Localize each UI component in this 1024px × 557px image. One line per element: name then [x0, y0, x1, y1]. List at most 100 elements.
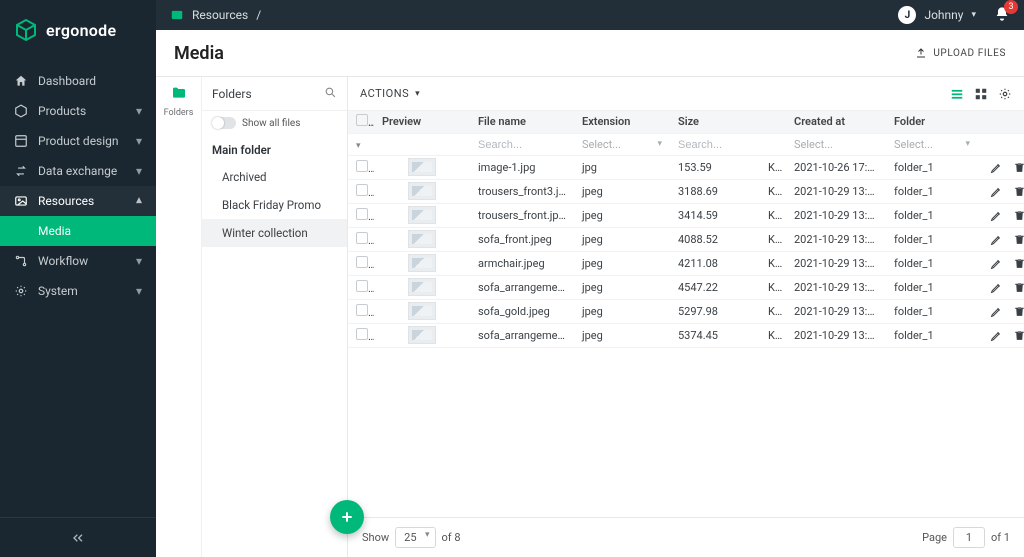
delete-button[interactable]	[1013, 209, 1024, 222]
row-checkbox[interactable]	[348, 275, 374, 299]
nav-system[interactable]: System ▾	[0, 276, 156, 306]
delete-button[interactable]	[1013, 257, 1024, 270]
add-media-fab[interactable]	[330, 500, 364, 534]
edit-button[interactable]	[990, 257, 1003, 270]
delete-button[interactable]	[1013, 161, 1024, 174]
filter-filename-input[interactable]	[478, 139, 566, 151]
row-extension: jpeg	[574, 323, 670, 347]
col-size[interactable]: Size	[670, 111, 786, 133]
grid-view-button[interactable]	[974, 87, 988, 101]
row-checkbox[interactable]	[348, 227, 374, 251]
edit-button[interactable]	[990, 305, 1003, 318]
edit-button[interactable]	[990, 281, 1003, 294]
delete-button[interactable]	[1013, 233, 1024, 246]
page-number-input[interactable]: 1	[953, 527, 985, 548]
notifications-button[interactable]: 3	[994, 6, 1010, 25]
col-created[interactable]: Created at	[786, 111, 886, 133]
row-folder: folder_1	[886, 299, 978, 323]
table-row[interactable]: sofa_gold.jpegjpeg5297.98KB2021-10-29 13…	[348, 299, 1024, 323]
nav-workflow[interactable]: Workflow ▾	[0, 246, 156, 276]
folder-archived[interactable]: Archived	[202, 163, 347, 191]
upload-files-button[interactable]: UPLOAD FILES	[915, 47, 1006, 59]
edit-button[interactable]	[990, 209, 1003, 222]
folder-winter-collection[interactable]: Winter collection	[202, 219, 347, 247]
sidebar-collapse-button[interactable]	[0, 517, 156, 557]
table-row[interactable]: sofa_arrangement.jpegjpeg5374.45KB2021-1…	[348, 323, 1024, 347]
col-filename[interactable]: File name	[470, 111, 574, 133]
table-row[interactable]: trousers_front.jpegjpeg3414.59KB2021-10-…	[348, 203, 1024, 227]
filter-folder-select[interactable]: Select...▾	[886, 133, 978, 155]
thumbnail-icon	[408, 254, 436, 272]
nav-dashboard[interactable]: Dashboard	[0, 66, 156, 96]
table-scroll[interactable]: Preview File name Extension Size Created…	[348, 111, 1024, 517]
row-actions	[978, 203, 1024, 227]
filter-date-select[interactable]: Select...	[786, 133, 886, 155]
thumbnail-icon	[408, 158, 436, 176]
search-folders-button[interactable]	[324, 86, 337, 102]
row-filename: trousers_front.jpeg	[470, 203, 574, 227]
nav-media[interactable]: Media	[0, 216, 156, 246]
edit-button[interactable]	[990, 185, 1003, 198]
breadcrumb[interactable]: Resources /	[170, 8, 261, 22]
brand-logo-icon	[14, 18, 38, 42]
media-table: Preview File name Extension Size Created…	[348, 111, 1024, 348]
actions-dropdown[interactable]: ACTIONS ▾	[360, 87, 420, 100]
thumbnail-icon	[408, 326, 436, 344]
folders-tab[interactable]: Folders	[156, 77, 202, 557]
filter-size-input[interactable]	[678, 139, 778, 151]
col-folder[interactable]: Folder	[886, 111, 978, 133]
row-folder: folder_1	[886, 227, 978, 251]
checkbox-icon	[356, 256, 368, 268]
delete-button[interactable]	[1013, 305, 1024, 318]
table-row[interactable]: trousers_front3.jpegjpeg3188.69KB2021-10…	[348, 179, 1024, 203]
settings-button[interactable]	[998, 87, 1012, 101]
nav-resources[interactable]: Resources ▾	[0, 186, 156, 216]
table-row[interactable]: image-1.jpgjpg153.59KB2021-10-26 17:51fo…	[348, 155, 1024, 179]
row-preview	[374, 203, 470, 227]
page-title: Media	[174, 43, 224, 64]
gear-icon	[14, 284, 28, 298]
checkbox-icon	[356, 208, 368, 220]
list-view-button[interactable]	[950, 87, 964, 101]
col-extension[interactable]: Extension	[574, 111, 670, 133]
edit-button[interactable]	[990, 233, 1003, 246]
row-folder: folder_1	[886, 323, 978, 347]
edit-button[interactable]	[990, 329, 1003, 342]
nav-products[interactable]: Products ▾	[0, 96, 156, 126]
table-row[interactable]: sofa_arrangement2.jpegjpeg4547.22KB2021-…	[348, 275, 1024, 299]
row-checkbox[interactable]	[348, 251, 374, 275]
main: Resources / J Johnny ▾ 3 Media UPLOAD	[156, 0, 1024, 557]
row-preview	[374, 275, 470, 299]
nav-data-exchange[interactable]: Data exchange ▾	[0, 156, 156, 186]
row-filename: trousers_front3.jpeg	[470, 179, 574, 203]
user-menu[interactable]: J Johnny ▾	[898, 6, 976, 24]
home-icon	[14, 74, 28, 88]
filter-ext-select[interactable]: Select...▾	[574, 133, 670, 155]
edit-button[interactable]	[990, 161, 1003, 174]
folder-root[interactable]: Main folder	[202, 135, 347, 163]
row-checkbox[interactable]	[348, 299, 374, 323]
row-date: 2021-10-29 13:03	[786, 275, 886, 299]
row-checkbox[interactable]	[348, 323, 374, 347]
row-checkbox[interactable]	[348, 179, 374, 203]
table-row[interactable]: sofa_front.jpegjpeg4088.52KB2021-10-29 1…	[348, 227, 1024, 251]
row-checkbox[interactable]	[348, 155, 374, 179]
chevron-down-icon: ▾	[136, 164, 142, 178]
page-size-select[interactable]: 25	[395, 527, 435, 548]
row-checkbox[interactable]	[348, 203, 374, 227]
delete-button[interactable]	[1013, 329, 1024, 342]
delete-button[interactable]	[1013, 185, 1024, 198]
col-preview[interactable]: Preview	[374, 111, 470, 133]
brand-name: ergonode	[46, 21, 116, 40]
row-filename: image-1.jpg	[470, 155, 574, 179]
nav-product-design[interactable]: Product design ▾	[0, 126, 156, 156]
filter-preview-toggle[interactable]: ▾	[348, 133, 374, 155]
table-row[interactable]: armchair.jpegjpeg4211.08KB2021-10-29 13:…	[348, 251, 1024, 275]
folder-black-friday[interactable]: Black Friday Promo	[202, 191, 347, 219]
select-all-header[interactable]	[348, 111, 374, 133]
chevron-up-icon: ▾	[136, 194, 142, 208]
chevron-down-icon: ▾	[136, 134, 142, 148]
show-all-files-toggle[interactable]: Show all files	[202, 111, 347, 135]
delete-button[interactable]	[1013, 281, 1024, 294]
row-actions	[978, 299, 1024, 323]
